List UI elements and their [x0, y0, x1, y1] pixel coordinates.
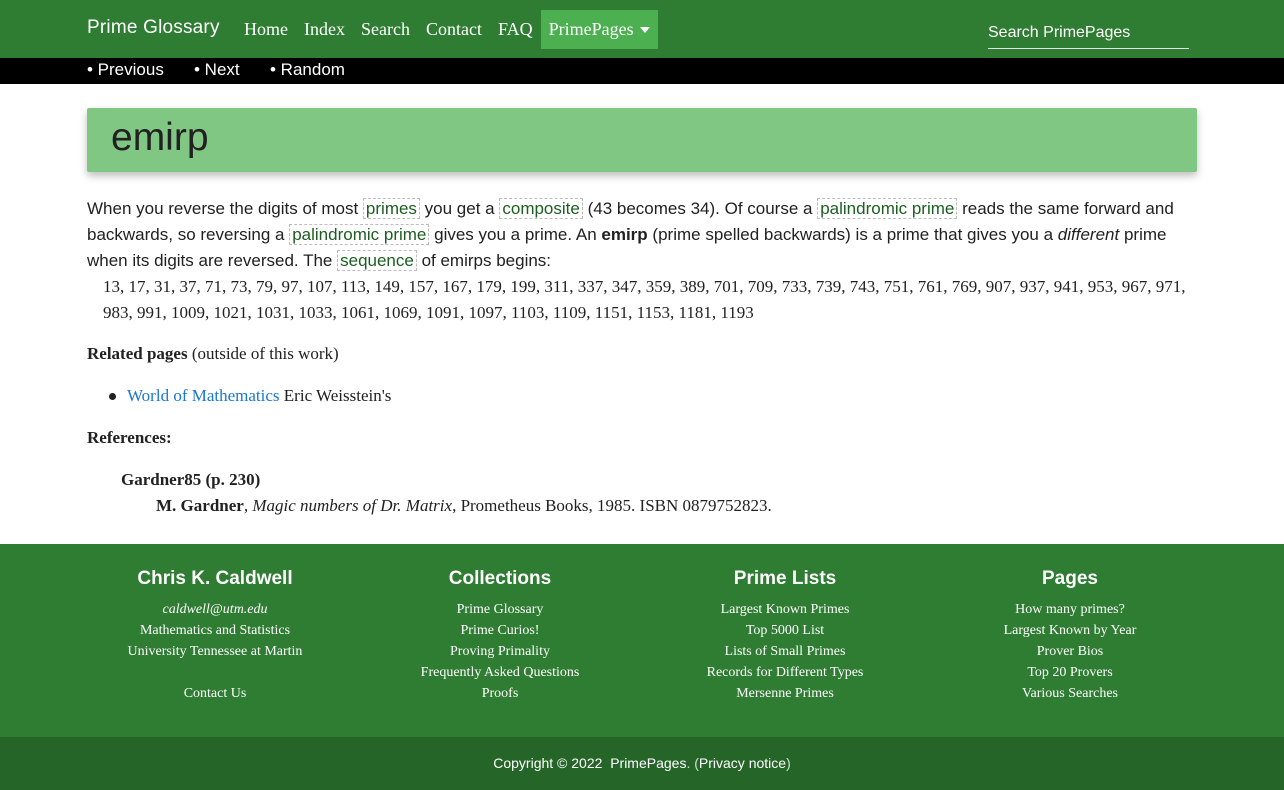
brand-link[interactable]: Prime Glossary: [87, 17, 220, 39]
title-card: emirp: [87, 108, 1197, 172]
reference-rest: , Prometheus Books, 1985. ISBN 087975282…: [452, 496, 772, 515]
footer-link[interactable]: Prover Bios: [940, 641, 1200, 662]
copyright-punct: ): [786, 755, 791, 771]
related-item-text: Eric Weisstein's: [283, 386, 392, 405]
footer-link[interactable]: Mersenne Primes: [655, 683, 915, 704]
related-item: World of Mathematics Eric Weisstein's: [127, 386, 391, 406]
random-link[interactable]: • Random: [270, 60, 345, 80]
related-label: Related pages: [87, 344, 188, 363]
copyright-punct: . (: [686, 755, 699, 771]
references-heading: References:: [87, 428, 172, 447]
emirp-sequence: 13, 17, 31, 37, 71, 73, 79, 97, 107, 113…: [103, 277, 1186, 322]
reference-key: Gardner85 (p. 230): [121, 470, 261, 489]
footer-link[interactable]: Records for Different Types: [655, 662, 915, 683]
footer-link[interactable]: Top 20 Provers: [940, 662, 1200, 683]
text-segment: you get a: [424, 199, 495, 218]
footer-heading: Prime Lists: [733, 568, 837, 589]
nav-links: Home Index Search Contact FAQ PrimePages: [236, 10, 658, 49]
footer-col-collections: Collections Prime Glossary Prime Curios!…: [370, 568, 630, 704]
footer-text: University Tennessee at Martin: [127, 644, 303, 659]
footer-link[interactable]: Prime Curios!: [370, 620, 630, 641]
footer-col-prime-lists: Prime Lists Largest Known Primes Top 500…: [655, 568, 915, 704]
footer-link[interactable]: Top 5000 List: [655, 620, 915, 641]
footer-link[interactable]: Proving Primality: [370, 641, 630, 662]
footer-link[interactable]: Prime Glossary: [370, 599, 630, 620]
text-segment: (prime spelled backwards) is a prime tha…: [652, 225, 1054, 244]
link-palindromic-prime[interactable]: palindromic prime: [817, 198, 958, 219]
contact-us-link[interactable]: Contact Us: [85, 683, 345, 704]
footer-link[interactable]: Frequently Asked Questions: [370, 662, 630, 683]
previous-link[interactable]: • Previous: [87, 60, 164, 80]
emirp-term: emirp: [601, 225, 648, 244]
different-emphasis: different: [1057, 225, 1120, 244]
text-segment: When you reverse the digits of most: [87, 199, 359, 218]
author-email-link[interactable]: caldwell@utm.edu: [85, 599, 345, 620]
glossary-subnav: • Previous • Next • Random: [0, 58, 1284, 84]
footer-heading: Collections: [448, 568, 552, 589]
footer-heading: Pages: [1042, 568, 1098, 589]
bullet-icon: [109, 393, 116, 400]
footer-col-pages: Pages How many primes? Largest Known by …: [940, 568, 1200, 704]
footer-link[interactable]: Various Searches: [940, 683, 1200, 704]
footer-heading: Chris K. Caldwell: [137, 568, 293, 589]
copyright-text: Copyright © 2022: [493, 755, 603, 771]
top-navbar: Prime Glossary Home Index Search Contact…: [0, 0, 1284, 58]
definition-paragraph: When you reverse the digits of most prim…: [87, 196, 1202, 274]
site-footer: Chris K. Caldwell caldwell@utm.edu Mathe…: [0, 544, 1284, 737]
related-pages-heading: Related pages (outside of this work): [87, 344, 339, 364]
footer-link[interactable]: Lists of Small Primes: [655, 641, 915, 662]
reference-book: Magic numbers of Dr. Matrix: [252, 496, 453, 515]
footer-link[interactable]: How many primes?: [940, 599, 1200, 620]
reference-citation: M. Gardner, Magic numbers of Dr. Matrix,…: [156, 496, 772, 515]
privacy-notice-link[interactable]: Privacy notice: [699, 755, 786, 771]
chevron-down-icon: [639, 27, 650, 33]
link-sequence[interactable]: sequence: [337, 250, 417, 271]
nav-faq[interactable]: FAQ: [490, 10, 541, 49]
nav-primepages-dropdown[interactable]: PrimePages: [540, 10, 658, 49]
text-segment: gives you a prime. An: [434, 225, 597, 244]
text-segment: of emirps begins:: [421, 251, 552, 270]
world-of-mathematics-link[interactable]: World of Mathematics: [127, 386, 280, 405]
link-composite[interactable]: composite: [499, 198, 583, 219]
link-palindromic-prime-2[interactable]: palindromic prime: [289, 224, 430, 245]
text-segment: (43 becomes 34). Of course a: [587, 199, 813, 218]
nav-home[interactable]: Home: [236, 10, 296, 49]
link-primes[interactable]: primes: [362, 198, 420, 219]
dropdown-label: PrimePages: [548, 19, 634, 39]
next-link[interactable]: • Next: [194, 60, 240, 80]
nav-search[interactable]: Search: [353, 10, 418, 49]
footer-text: Mathematics and Statistics: [139, 623, 291, 638]
search-input[interactable]: [988, 18, 1189, 49]
nav-contact[interactable]: Contact: [418, 10, 490, 49]
footer-link[interactable]: Largest Known Primes: [655, 599, 915, 620]
footer-col-author: Chris K. Caldwell caldwell@utm.edu Mathe…: [85, 568, 345, 704]
related-qualifier: (outside of this work): [191, 344, 339, 363]
footer-link[interactable]: Proofs: [370, 683, 630, 704]
primepages-link[interactable]: PrimePages: [610, 755, 686, 771]
copyright-bar: Copyright © 2022 PrimePages. (Privacy no…: [0, 737, 1284, 790]
nav-index[interactable]: Index: [296, 10, 353, 49]
reference-author: M. Gardner: [156, 496, 244, 515]
footer-link[interactable]: Largest Known by Year: [940, 620, 1200, 641]
page-title: emirp: [111, 116, 209, 159]
